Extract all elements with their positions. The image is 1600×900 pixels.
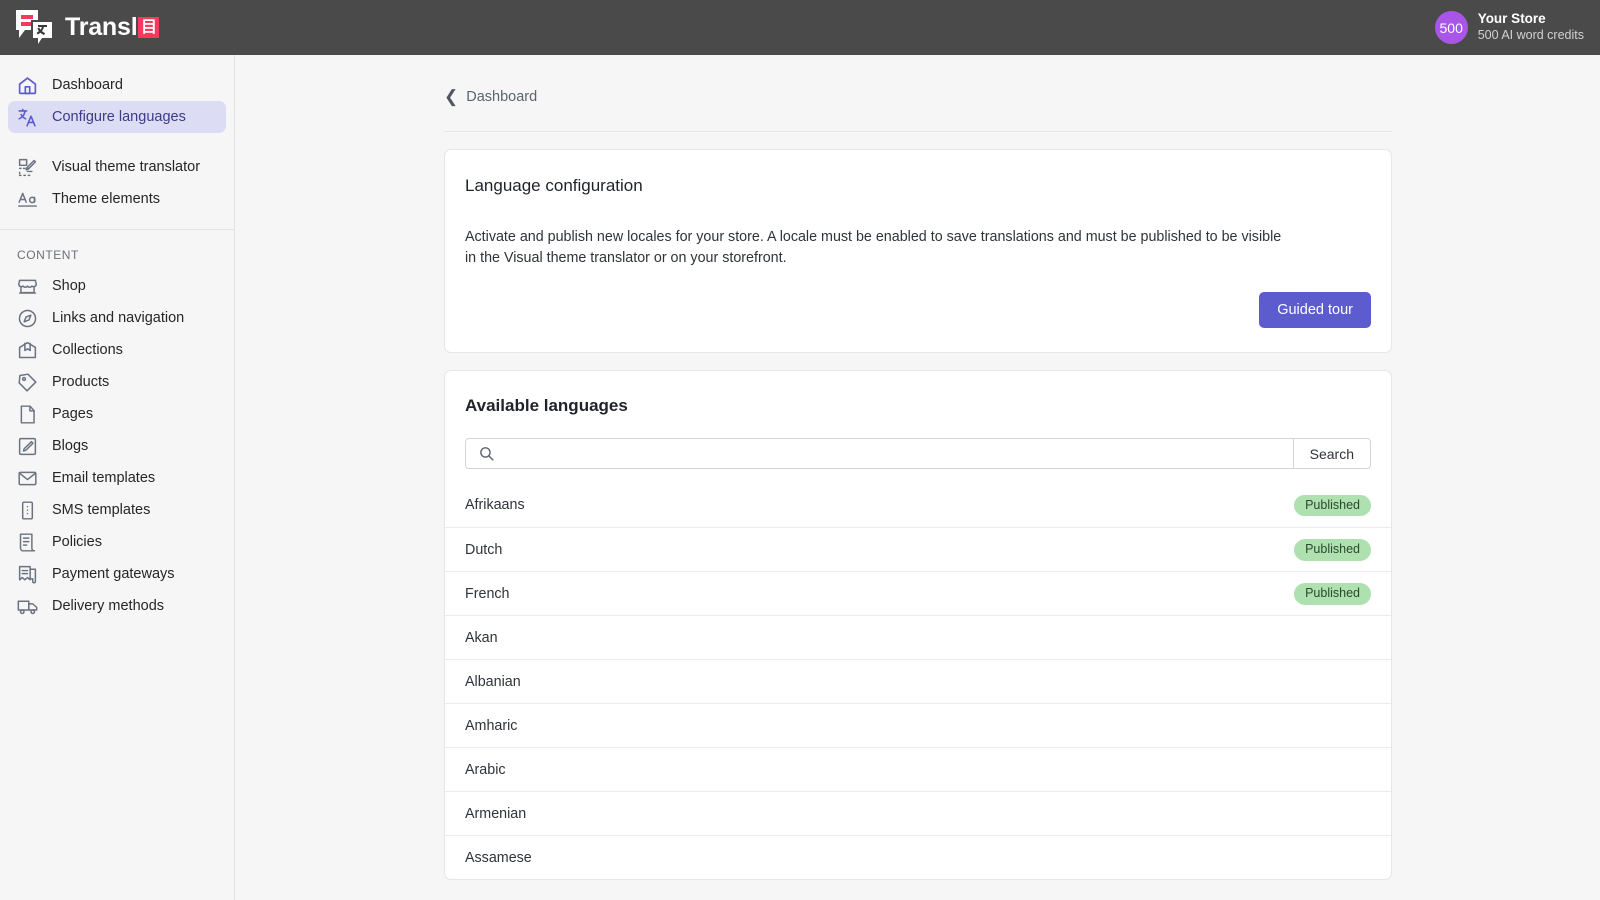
language-name: Armenian [465,806,526,822]
sidebar-item-label: Shop [52,278,86,294]
table-row[interactable]: Akan [445,615,1391,659]
sidebar-item-label: Delivery methods [52,598,164,614]
main-content: ❮ Dashboard Language configuration Activ… [236,55,1600,900]
search-row: Search [465,438,1371,469]
sidebar-item-pages[interactable]: Pages [8,398,226,430]
search-input[interactable] [495,446,1293,462]
payment-icon [17,564,38,585]
home-icon [17,75,38,96]
sidebar-item-products[interactable]: Products [8,366,226,398]
sidebar-item-label: Pages [52,406,93,422]
typography-icon [17,189,38,210]
sidebar-item-label: Dashboard [52,77,123,93]
page-title: Language configuration [445,150,1391,196]
status-badge: Published [1294,495,1371,517]
table-row[interactable]: Amharic [445,703,1391,747]
language-name: Arabic [465,762,506,778]
language-name: French [465,586,510,602]
store-name: Your Store [1478,11,1584,28]
sidebar-item-dashboard[interactable]: Dashboard [8,69,226,101]
sidebar-item-label: Configure languages [52,109,186,125]
header-divider [444,131,1392,132]
language-name: Assamese [465,850,532,866]
sidebar-item-payment-gateways[interactable]: Payment gateways [8,558,226,590]
brand-logo-area[interactable]: Transl 目 [0,8,159,48]
card-actions: Guided tour [445,268,1391,352]
language-configuration-card: Language configuration Activate and publ… [444,149,1392,353]
breadcrumb-label: Dashboard [466,89,537,105]
available-languages-title: Available languages [445,371,1391,416]
tag-icon [17,372,38,393]
sidebar-item-label: Email templates [52,470,155,486]
sidebar-item-configure-languages[interactable]: Configure languages [8,101,226,133]
sidebar-item-label: Blogs [52,438,88,454]
language-list: Afrikaans Published Dutch Published Fren… [445,483,1391,879]
table-row[interactable]: Dutch Published [445,527,1391,571]
sidebar-item-visual-theme-translator[interactable]: Visual theme translator [8,151,226,183]
envelope-icon [17,468,38,489]
search-button[interactable]: Search [1293,438,1371,469]
translation-speech-bubbles-logo [14,8,56,48]
chevron-left-icon: ❮ [444,88,458,105]
sidebar-item-links-and-navigation[interactable]: Links and navigation [8,302,226,334]
table-row[interactable]: Arabic [445,747,1391,791]
table-row[interactable]: Assamese [445,835,1391,879]
truck-icon [17,596,38,617]
sidebar-item-label: Visual theme translator [52,159,200,175]
document-list-icon [17,532,38,553]
phone-icon [17,500,38,521]
brand-name-accent: 目 [138,17,159,38]
guided-tour-button[interactable]: Guided tour [1259,292,1371,328]
brand-name-text: Transl [65,13,137,42]
sidebar-item-delivery-methods[interactable]: Delivery methods [8,590,226,622]
nav-spacer [0,133,234,151]
sidebar-item-label: Products [52,374,109,390]
sidebar-item-collections[interactable]: Collections [8,334,226,366]
sidebar-item-label: Theme elements [52,191,160,207]
sidebar-item-label: SMS templates [52,502,150,518]
storefront-icon [17,276,38,297]
credits-avatar: 500 [1435,11,1468,44]
table-row[interactable]: French Published [445,571,1391,615]
sidebar-item-label: Policies [52,534,102,550]
sidebar: Dashboard Configure languages Visual the… [0,55,235,900]
compass-icon [17,308,38,329]
language-name: Akan [465,630,498,646]
table-row[interactable]: Afrikaans Published [445,483,1391,527]
language-name: Dutch [465,542,502,558]
sidebar-item-email-templates[interactable]: Email templates [8,462,226,494]
available-languages-card: Available languages Search Afrikaans Pub… [444,370,1392,880]
translate-icon [17,107,38,128]
sidebar-item-shop[interactable]: Shop [8,270,226,302]
account-details: Your Store 500 AI word credits [1478,11,1584,44]
pencil-square-icon [17,436,38,457]
collection-icon [17,340,38,361]
page-icon [17,404,38,425]
status-badge: Published [1294,539,1371,561]
brand-name: Transl 目 [65,13,159,42]
status-badge: Published [1294,583,1371,605]
sidebar-item-label: Links and navigation [52,310,184,326]
account-area[interactable]: 500 Your Store 500 AI word credits [1435,11,1600,44]
search-icon [478,445,495,462]
sidebar-section-label-content: CONTENT [0,230,234,270]
search-field-wrapper[interactable] [465,438,1293,469]
table-row[interactable]: Albanian [445,659,1391,703]
ai-credits-label: 500 AI word credits [1478,28,1584,44]
table-row[interactable]: Armenian [445,791,1391,835]
theme-edit-icon [17,157,38,178]
language-name: Albanian [465,674,521,690]
sidebar-item-sms-templates[interactable]: SMS templates [8,494,226,526]
sidebar-item-label: Collections [52,342,123,358]
breadcrumb[interactable]: ❮ Dashboard [444,88,537,105]
configuration-description: Activate and publish new locales for you… [445,196,1325,268]
top-bar: Transl 目 500 Your Store 500 AI word cred… [0,0,1600,55]
sidebar-item-policies[interactable]: Policies [8,526,226,558]
sidebar-item-blogs[interactable]: Blogs [8,430,226,462]
language-name: Amharic [465,718,517,734]
sidebar-item-label: Payment gateways [52,566,175,582]
sidebar-item-theme-elements[interactable]: Theme elements [8,183,226,215]
language-name: Afrikaans [465,497,525,513]
